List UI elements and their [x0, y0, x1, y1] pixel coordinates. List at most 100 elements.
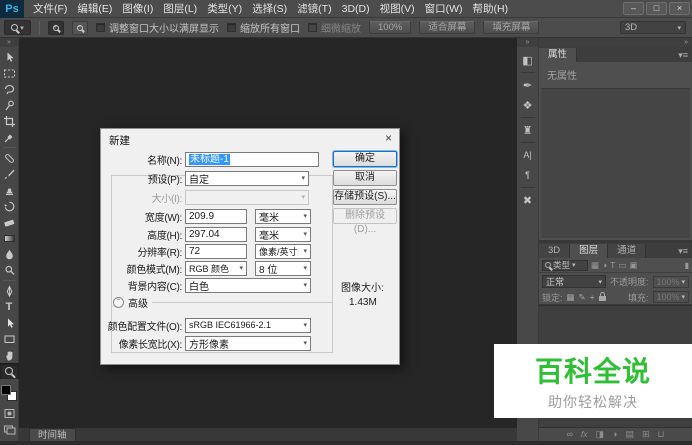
tab-timeline[interactable]: 时间轴	[29, 428, 76, 441]
link-layers-icon[interactable]: ∞	[566, 428, 572, 441]
close-window-button[interactable]: ×	[669, 2, 690, 15]
quick-selection-tool[interactable]	[0, 97, 19, 113]
color-mode-dropdown[interactable]: RGB 颜色 ▾	[185, 260, 247, 276]
character-panel-icon[interactable]: A|	[517, 145, 539, 165]
resolution-unit-dropdown[interactable]: 像素/英寸 ▾	[255, 243, 311, 259]
preset-dropdown[interactable]: 自定 ▾	[185, 170, 309, 186]
new-group-icon[interactable]: ▤	[625, 428, 634, 441]
add-layer-mask-icon[interactable]: ◨	[596, 428, 605, 441]
lock-all-icon[interactable]	[598, 292, 606, 301]
filter-adjustment-layers-icon[interactable]: ◑	[602, 260, 607, 271]
actual-pixels-button[interactable]: 100%	[369, 21, 412, 34]
save-preset-button[interactable]: 存储预设(S)...	[333, 189, 397, 205]
menu-layer[interactable]: 图层(L)	[158, 0, 202, 18]
filter-pixel-layers-icon[interactable]: ▦	[591, 260, 599, 271]
collapse-dock-icon[interactable]: »	[517, 38, 538, 47]
name-input[interactable]: 未标题-1	[185, 151, 319, 167]
panel-menu-icon[interactable]: ▾≡	[678, 50, 688, 61]
rectangular-marquee-tool[interactable]	[0, 65, 19, 81]
pen-tool[interactable]	[0, 283, 19, 299]
ok-button[interactable]: 确定	[333, 151, 397, 167]
menu-select[interactable]: 选择(S)	[247, 0, 292, 18]
menu-edit[interactable]: 编辑(E)	[72, 0, 117, 18]
tab-channels[interactable]: 通道	[608, 244, 647, 258]
background-contents-dropdown[interactable]: 白色 ▾	[185, 277, 311, 293]
width-unit-dropdown[interactable]: 毫米 ▾	[255, 208, 311, 224]
filter-smart-objects-icon[interactable]: ▣	[629, 260, 637, 271]
tab-layers[interactable]: 图层	[570, 244, 609, 258]
pixel-aspect-ratio-dropdown[interactable]: 方形像素 ▾	[185, 335, 311, 351]
blend-mode-dropdown[interactable]: 正常 ▾	[542, 275, 606, 288]
spot-healing-brush-tool[interactable]	[0, 150, 19, 166]
menu-file[interactable]: 文件(F)	[28, 0, 72, 18]
color-profile-dropdown[interactable]: sRGB IEC61966-2.1 ▾	[185, 317, 311, 333]
zoom-out-button[interactable]: −	[72, 20, 88, 35]
clone-stamp-tool[interactable]	[0, 182, 19, 198]
bit-depth-dropdown[interactable]: 8 位 ▾	[255, 260, 311, 276]
rectangle-tool[interactable]	[0, 331, 19, 347]
minimize-button[interactable]: –	[623, 2, 644, 15]
delete-layer-icon[interactable]: ⊔	[658, 428, 665, 441]
clone-source-panel-icon[interactable]: ♜	[517, 120, 539, 140]
zoom-all-windows-checkbox[interactable]: 缩放所有窗口	[227, 20, 300, 35]
styles-panel-icon[interactable]: ✒	[517, 75, 539, 95]
menu-window[interactable]: 窗口(W)	[420, 0, 468, 18]
blur-tool[interactable]	[0, 246, 19, 262]
workspace-switcher[interactable]: 3D ▾	[620, 21, 686, 34]
quick-mask-button[interactable]	[0, 405, 19, 421]
filter-shape-layers-icon[interactable]: ▭	[618, 260, 626, 271]
cancel-button[interactable]: 取消	[333, 170, 397, 186]
hand-tool[interactable]	[0, 347, 19, 363]
menu-3d[interactable]: 3D(D)	[337, 0, 375, 18]
fit-screen-button[interactable]: 适合屏幕	[419, 21, 476, 34]
collapse-tools-icon[interactable]: »	[0, 38, 18, 47]
menu-view[interactable]: 视图(V)	[375, 0, 420, 18]
layer-style-icon[interactable]: fx	[581, 428, 588, 441]
foreground-color-swatch[interactable]	[1, 385, 11, 395]
new-layer-icon[interactable]: ⊞	[642, 428, 650, 441]
layer-filter-type-dropdown[interactable]: 类型 ▾	[542, 259, 588, 271]
tool-presets-panel-icon[interactable]: ✖	[517, 190, 539, 210]
dodge-tool[interactable]	[0, 262, 19, 278]
resolution-input[interactable]: 72	[185, 243, 247, 259]
history-brush-tool[interactable]	[0, 198, 19, 214]
adjustments-panel-icon[interactable]: ◧	[517, 50, 539, 70]
brush-presets-panel-icon[interactable]: ❖	[517, 95, 539, 115]
lock-position-icon[interactable]: +	[590, 291, 595, 303]
crop-tool[interactable]	[0, 113, 19, 129]
filter-toggle-icon[interactable]: ▮	[685, 261, 689, 270]
lasso-tool[interactable]	[0, 81, 19, 97]
height-unit-dropdown[interactable]: 毫米 ▾	[255, 226, 311, 242]
lock-transparent-pixels-icon[interactable]: ▦	[567, 291, 575, 303]
height-input[interactable]: 297.04	[185, 226, 247, 242]
gradient-tool[interactable]	[0, 230, 19, 246]
paragraph-panel-icon[interactable]: ¶	[517, 165, 539, 185]
tab-3d[interactable]: 3D	[539, 244, 571, 258]
screen-mode-button[interactable]	[0, 421, 19, 437]
zoom-in-button[interactable]: +	[48, 20, 64, 35]
tab-properties[interactable]: 属性	[539, 48, 578, 62]
maximize-button[interactable]: □	[646, 2, 667, 15]
panel-menu-icon[interactable]: ▾≡	[678, 246, 688, 257]
collapse-panels-icon[interactable]: »	[539, 38, 692, 47]
lock-image-pixels-icon[interactable]: ✎	[579, 291, 586, 303]
fill-screen-button[interactable]: 填充屏幕	[483, 21, 540, 34]
brush-tool[interactable]	[0, 166, 19, 182]
move-tool[interactable]	[0, 49, 19, 65]
zoom-tool[interactable]	[0, 363, 19, 379]
menu-help[interactable]: 帮助(H)	[468, 0, 514, 18]
filter-type-layers-icon[interactable]: T	[610, 260, 615, 271]
eyedropper-tool[interactable]	[0, 129, 19, 145]
menu-filter[interactable]: 滤镜(T)	[292, 0, 336, 18]
path-selection-tool[interactable]	[0, 315, 19, 331]
new-adjustment-layer-icon[interactable]: ◑	[612, 428, 617, 441]
zoom-tool-preset-button[interactable]: ▾	[4, 20, 31, 35]
width-input[interactable]: 209.9	[185, 208, 247, 224]
menu-image[interactable]: 图像(I)	[117, 0, 158, 18]
menu-type[interactable]: 类型(Y)	[202, 0, 247, 18]
dialog-close-icon[interactable]: ×	[385, 132, 392, 144]
horizontal-type-tool[interactable]: T	[0, 299, 19, 315]
eraser-tool[interactable]	[0, 214, 19, 230]
advanced-toggle-icon[interactable]: ˆ	[113, 296, 124, 308]
resize-windows-to-fit-checkbox[interactable]: 调整窗口大小以满屏显示	[96, 20, 219, 35]
